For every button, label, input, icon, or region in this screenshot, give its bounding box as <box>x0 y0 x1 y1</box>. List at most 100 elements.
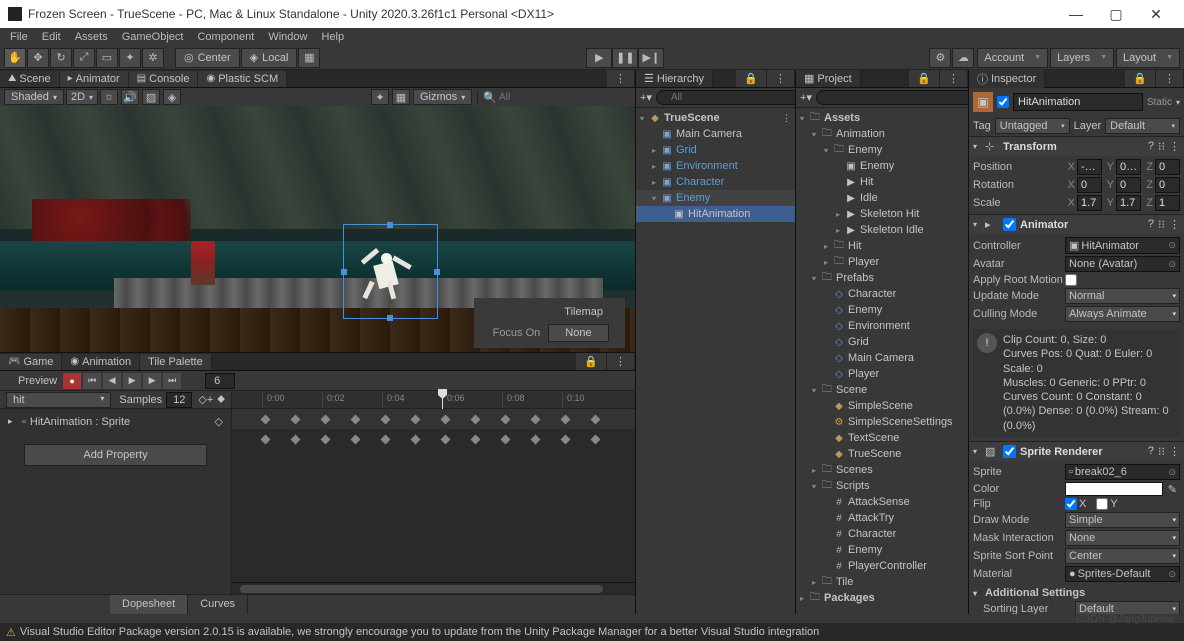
avatar-field[interactable]: None (Avatar) <box>1065 256 1180 272</box>
project-folder[interactable]: ▾🗀Scene <box>796 382 968 398</box>
samples-field[interactable]: 12 <box>166 392 192 408</box>
anim-menu-button[interactable]: ⋮ <box>607 353 635 370</box>
pivot-local-button[interactable]: ◈Local <box>241 48 298 68</box>
project-item[interactable]: ◇Main Camera <box>796 350 968 366</box>
comp-menu-icon[interactable]: ⋮ <box>1169 140 1180 153</box>
rotate-tool-button[interactable]: ↻ <box>50 48 72 68</box>
minimize-button[interactable]: — <box>1056 0 1096 28</box>
layer-dropdown[interactable]: Default <box>1105 118 1180 134</box>
tab-hierarchy[interactable]: ☰ Hierarchy <box>636 70 713 87</box>
rotation-x[interactable]: 0 <box>1077 177 1102 193</box>
anim-next-button[interactable]: ▶ <box>143 373 161 389</box>
project-item[interactable]: ▶Idle <box>796 190 968 206</box>
comp-menu-icon[interactable]: ⋮ <box>1169 218 1180 231</box>
project-tree[interactable]: ▾🗀Assets ▾🗀Animation ▾🗀Enemy ▣Enemy ▶Hit… <box>796 108 968 614</box>
tab-plastic[interactable]: ◉Plastic SCM <box>198 71 287 87</box>
scale-x[interactable]: 1.7 <box>1077 195 1102 211</box>
animator-enabled-checkbox[interactable] <box>1003 218 1016 231</box>
material-field[interactable]: ●Sprites-Default <box>1065 566 1180 582</box>
rotation-y[interactable]: 0 <box>1116 177 1141 193</box>
hierarchy-tree[interactable]: ▾◆TrueScene⋮ ▣Main Camera ▸▣Grid ▸▣Envir… <box>636 108 795 614</box>
selection-gizmo[interactable] <box>343 224 438 319</box>
tilemap-overlay[interactable]: xTilemap Focus OnNone <box>474 298 625 348</box>
preset-icon[interactable]: ⁝⁝ <box>1158 445 1165 458</box>
camera-button[interactable]: ✦ <box>371 89 389 105</box>
move-tool-button[interactable]: ✥ <box>27 48 49 68</box>
pivot-center-button[interactable]: ◎Center <box>175 48 240 68</box>
project-folder[interactable]: ▸🗀Hit <box>796 238 968 254</box>
tab-inspector[interactable]: ⓘ Inspector <box>969 69 1045 89</box>
tab-game[interactable]: 🎮Game <box>0 354 62 370</box>
tab-project[interactable]: ▦ Project <box>796 70 861 87</box>
menu-assets[interactable]: Assets <box>69 30 114 44</box>
project-item[interactable]: ▸▶Skeleton Hit <box>796 206 968 222</box>
custom-tool-button[interactable]: ✲ <box>142 48 164 68</box>
draw-mode-dropdown[interactable]: Simple <box>1065 512 1180 528</box>
eyedropper-icon[interactable]: ✎ <box>1165 483 1180 496</box>
project-item[interactable]: ▣Enemy <box>796 158 968 174</box>
transform-tool-button[interactable]: ✦ <box>119 48 141 68</box>
project-folder[interactable]: ▸🗀Player <box>796 254 968 270</box>
project-item[interactable]: ◇Environment <box>796 318 968 334</box>
project-folder[interactable]: ▾🗀Animation <box>796 126 968 142</box>
hand-tool-button[interactable]: ✋ <box>4 48 26 68</box>
sorting-layer-dropdown[interactable]: Default <box>1075 601 1180 614</box>
tag-dropdown[interactable]: Untagged <box>995 118 1070 134</box>
preview-toggle[interactable]: Preview <box>14 375 61 387</box>
account-dropdown[interactable]: Account <box>977 48 1048 68</box>
menu-component[interactable]: Component <box>191 30 260 44</box>
create-button[interactable]: +▾ <box>800 91 812 104</box>
project-lock[interactable]: 🔒 <box>909 70 940 87</box>
clip-dropdown[interactable]: hit▾ <box>6 392 111 408</box>
menu-gameobject[interactable]: GameObject <box>116 30 190 44</box>
project-folder[interactable]: ▸🗀Scenes <box>796 462 968 478</box>
update-mode-dropdown[interactable]: Normal <box>1065 288 1180 304</box>
anim-first-button[interactable]: ⏮ <box>83 373 101 389</box>
position-z[interactable]: 0 <box>1155 159 1180 175</box>
hidden-toggle[interactable]: ◈ <box>163 89 181 105</box>
gizmo-handle-top[interactable] <box>387 222 393 228</box>
play-button[interactable]: ▶ <box>586 48 612 68</box>
hierarchy-item[interactable]: ▸▣Environment <box>636 158 795 174</box>
project-item[interactable]: ◇Character <box>796 286 968 302</box>
draw-mode-dropdown[interactable]: Shaded <box>4 89 64 105</box>
project-folder[interactable]: ▸🗀Packages <box>796 590 968 606</box>
project-item[interactable]: #AttackTry <box>796 510 968 526</box>
pause-button[interactable]: ❚❚ <box>612 48 638 68</box>
step-button[interactable]: ▶❙ <box>638 48 664 68</box>
create-button[interactable]: +▾ <box>640 91 652 104</box>
expand-icon[interactable]: ▸ <box>8 416 18 427</box>
rotation-z[interactable]: 0 <box>1155 177 1180 193</box>
frame-field[interactable]: 6 <box>205 373 235 389</box>
position-x[interactable]: -0.43 <box>1077 159 1102 175</box>
sort-point-dropdown[interactable]: Center <box>1065 548 1180 564</box>
layers-dropdown[interactable]: Layers <box>1050 48 1114 68</box>
sprite-enabled-checkbox[interactable] <box>1003 445 1016 458</box>
scene-row[interactable]: ▾◆TrueScene⋮ <box>636 110 795 126</box>
menu-window[interactable]: Window <box>262 30 313 44</box>
help-icon[interactable]: ? <box>1148 140 1154 153</box>
focus-on-dropdown[interactable]: None <box>548 324 608 342</box>
preset-icon[interactable]: ⁝⁝ <box>1158 140 1165 153</box>
anim-prev-button[interactable]: ◀ <box>103 373 121 389</box>
timeline-scrollbar[interactable] <box>232 582 635 594</box>
hierarchy-item[interactable]: ▸▣Character <box>636 174 795 190</box>
tab-console[interactable]: ▤Console <box>129 71 199 87</box>
hierarchy-item-selected[interactable]: ▣HitAnimation <box>636 206 795 222</box>
mask-dropdown[interactable]: None <box>1065 530 1180 546</box>
gizmo-handle-left[interactable] <box>341 269 347 275</box>
project-folder[interactable]: ▾🗀Assets <box>796 110 968 126</box>
cloud-button[interactable]: ☁ <box>952 48 974 68</box>
anim-lock-button[interactable]: 🔒 <box>576 353 607 370</box>
fx-toggle[interactable]: ▨ <box>142 89 160 105</box>
controller-field[interactable]: ▣HitAnimator <box>1065 237 1180 254</box>
hierarchy-item[interactable]: ▣Main Camera <box>636 126 795 142</box>
static-dropdown[interactable]: ▾ <box>1176 98 1180 107</box>
project-item[interactable]: ▸▶Skeleton Idle <box>796 222 968 238</box>
scene-view[interactable]: Shaded 2D ☼ 🔊 ▨ ◈ ✦ ▦ Gizmos 🔍 <box>0 88 635 352</box>
project-item[interactable]: ◆TrueScene <box>796 446 968 462</box>
tab-scene[interactable]: ⛰Scene <box>0 71 60 87</box>
project-menu[interactable]: ⋮ <box>940 70 968 87</box>
rect-tool-button[interactable]: ▭ <box>96 48 118 68</box>
scene-search-input[interactable] <box>499 92 631 103</box>
